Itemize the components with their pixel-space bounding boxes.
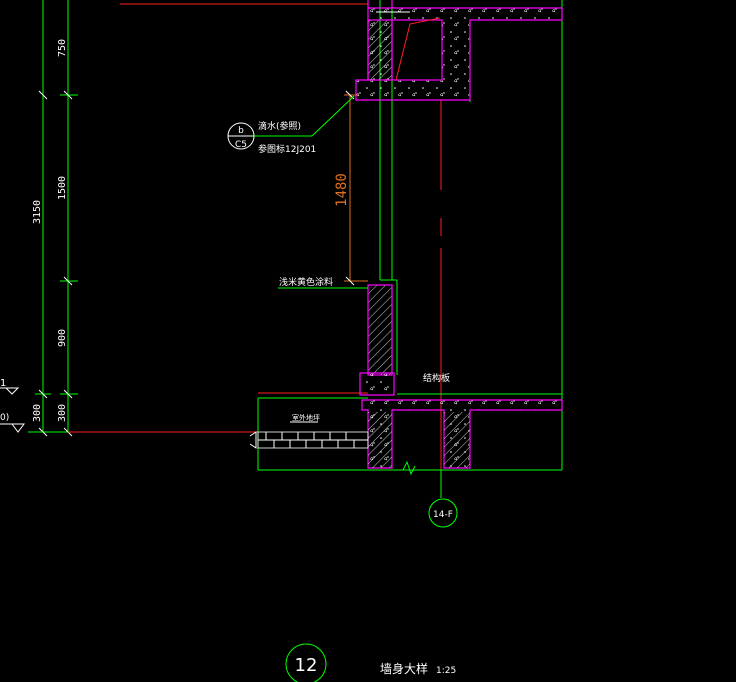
axis-label: 14-F bbox=[433, 510, 453, 520]
dim-300-right: 300 bbox=[57, 404, 68, 422]
window-dimension: 1480 bbox=[334, 90, 368, 286]
lower-wall-section bbox=[359, 284, 563, 476]
dim-total: 3150 bbox=[32, 200, 43, 224]
dim-750: 750 bbox=[57, 39, 68, 57]
wall-section-drawing: 3150 750 1500 900 300 300 1 0) 1480 b C5… bbox=[0, 0, 563, 682]
callout-letter: b bbox=[238, 126, 244, 136]
title-number: 12 bbox=[295, 655, 318, 676]
ground-fill bbox=[249, 431, 369, 449]
title-name: 墙身大样 bbox=[380, 661, 428, 676]
axis-bubble: 14-F bbox=[428, 498, 458, 528]
upper-beam-section bbox=[355, 0, 563, 101]
level-mark-1: 1 bbox=[0, 378, 6, 389]
dim-300-left: 300 bbox=[32, 404, 43, 422]
level-mark-2: 0) bbox=[0, 413, 9, 423]
level-marks: 1 0) bbox=[0, 378, 25, 433]
coating-label: 浅米黄色涂料 bbox=[278, 276, 368, 289]
structure-label: 结构板 bbox=[423, 372, 450, 384]
dim-1480: 1480 bbox=[334, 173, 350, 207]
dim-900: 900 bbox=[57, 329, 68, 347]
detail-callout: b C5 滴水(参照) 参图标12J201 bbox=[227, 95, 355, 155]
dim-1500: 1500 bbox=[57, 176, 68, 200]
vertical-dimension-chain: 3150 750 1500 900 300 300 bbox=[28, 0, 120, 437]
drawing-title: 12 墙身大样 1:25 bbox=[285, 643, 456, 682]
title-scale: 1:25 bbox=[436, 666, 456, 676]
callout-note-1: 滴水(参照) bbox=[258, 120, 301, 132]
callout-ref: C5 bbox=[235, 140, 247, 150]
outdoor-ground-label: 室外地坪 bbox=[292, 413, 320, 422]
coating-text: 浅米黄色涂料 bbox=[279, 276, 333, 288]
callout-note-2: 参图标12J201 bbox=[258, 143, 316, 155]
